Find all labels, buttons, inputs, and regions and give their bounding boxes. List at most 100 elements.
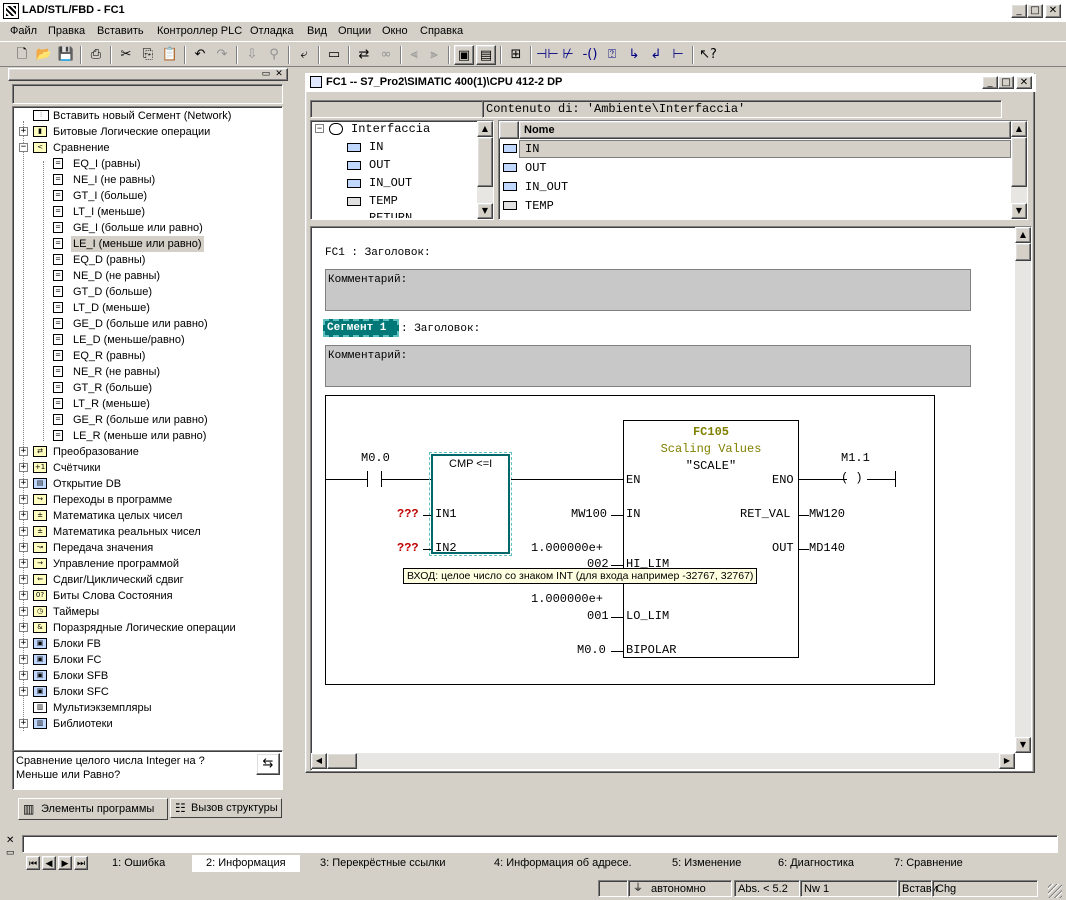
- expand-icon[interactable]: +: [19, 543, 28, 552]
- expand-icon[interactable]: +: [19, 575, 28, 584]
- collapse-icon[interactable]: −: [315, 124, 324, 133]
- coil-icon[interactable]: -(): [580, 45, 600, 65]
- list-item[interactable]: IN: [525, 142, 539, 156]
- code-hscrollbar[interactable]: ◀ ▶: [311, 753, 1015, 769]
- expand-icon[interactable]: +: [19, 495, 28, 504]
- scroll-thumb[interactable]: [327, 753, 357, 769]
- list-row-selected[interactable]: [519, 140, 1011, 158]
- next-tab-icon[interactable]: ▶: [58, 856, 72, 870]
- open-branch-icon[interactable]: ↳: [624, 45, 644, 65]
- menu-help[interactable]: Справка: [420, 25, 463, 37]
- fc-bipolar-operand[interactable]: M0.0: [577, 643, 606, 657]
- details-restore-icon[interactable]: ▭: [6, 847, 15, 858]
- expand-icon[interactable]: +: [19, 639, 28, 648]
- last-tab-icon[interactable]: ⏭: [74, 856, 88, 870]
- tab-crossref[interactable]: 3: Перекрёстные ссылки: [320, 855, 446, 872]
- close-button[interactable]: ✕: [1045, 4, 1061, 18]
- menu-insert[interactable]: Вставить: [97, 25, 144, 37]
- fc-in-operand[interactable]: MW100: [571, 507, 607, 521]
- expand-icon[interactable]: +: [19, 719, 28, 728]
- new-icon[interactable]: 🗋: [12, 45, 32, 65]
- scroll-left-icon[interactable]: ◀: [311, 753, 327, 769]
- expand-icon[interactable]: +: [19, 527, 28, 536]
- scroll-thumb[interactable]: [1011, 137, 1027, 187]
- menu-view[interactable]: Вид: [307, 25, 327, 37]
- menu-options[interactable]: Опции: [338, 25, 371, 37]
- resize-grip[interactable]: [1048, 884, 1062, 898]
- tab-info[interactable]: 2: Информация: [192, 855, 300, 872]
- expand-icon[interactable]: +: [19, 607, 28, 616]
- details-close-icon[interactable]: ✕: [6, 835, 14, 846]
- tab-call-structure[interactable]: ☷ Вызов структуры: [170, 798, 282, 818]
- segment-label-box[interactable]: Сегмент 1: [323, 319, 399, 337]
- prev-icon[interactable]: ⫷: [404, 45, 424, 65]
- fc-out-operand[interactable]: MD140: [809, 541, 845, 555]
- cut-icon[interactable]: ✂: [116, 45, 136, 65]
- save-icon[interactable]: 💾: [56, 45, 76, 65]
- editor-maximize-button[interactable]: □: [998, 76, 1014, 89]
- cmp-box[interactable]: CMP <=I IN1 IN2: [429, 452, 512, 556]
- undo-icon[interactable]: ↶: [190, 45, 210, 65]
- window-icon[interactable]: ▭: [324, 45, 344, 65]
- tab-modify[interactable]: 5: Изменение: [672, 855, 741, 872]
- first-tab-icon[interactable]: ⏮: [26, 856, 40, 870]
- interface-item[interactable]: TEMP: [369, 194, 398, 208]
- scroll-thumb[interactable]: [1015, 243, 1031, 261]
- menu-plc[interactable]: Контроллер PLC: [157, 25, 242, 37]
- insert-element-icon[interactable]: ⇆: [256, 753, 280, 775]
- block-comment-box[interactable]: Комментарий:: [325, 269, 971, 311]
- list-item[interactable]: OUT: [525, 161, 547, 175]
- tab-address-info[interactable]: 4: Информация об адресе.: [494, 855, 632, 872]
- segment-comment-box[interactable]: Комментарий:: [325, 345, 971, 387]
- scroll-up-icon[interactable]: ▲: [1015, 227, 1031, 243]
- list-item[interactable]: TEMP: [525, 199, 554, 213]
- list-item[interactable]: IN_OUT: [525, 180, 568, 194]
- glasses-icon[interactable]: ∞: [376, 45, 396, 65]
- expand-icon[interactable]: +: [19, 447, 28, 456]
- editor-close-button[interactable]: ✕: [1016, 76, 1032, 89]
- expand-icon[interactable]: +: [19, 687, 28, 696]
- minimize-button[interactable]: _: [1011, 4, 1027, 18]
- tab-errors[interactable]: 1: Ошибка: [112, 855, 165, 872]
- interface-item[interactable]: OUT: [369, 158, 391, 172]
- expand-icon[interactable]: +: [19, 623, 28, 632]
- expand-icon[interactable]: +: [19, 671, 28, 680]
- menu-file[interactable]: Файл: [10, 25, 37, 37]
- redo-icon[interactable]: ↷: [212, 45, 232, 65]
- connection-icon[interactable]: ⊢: [668, 45, 688, 65]
- close-branch-icon[interactable]: ↲: [646, 45, 666, 65]
- menu-edit[interactable]: Правка: [48, 25, 85, 37]
- expand-icon[interactable]: +: [19, 463, 28, 472]
- menu-window[interactable]: Окно: [382, 25, 408, 37]
- expand-icon[interactable]: +: [19, 479, 28, 488]
- close-icon[interactable]: ✕: [274, 69, 284, 79]
- copy-icon[interactable]: ⎘: [138, 45, 158, 65]
- tab-diagnostics[interactable]: 6: Диагностика: [778, 855, 854, 872]
- paste-icon[interactable]: 📋: [160, 45, 180, 65]
- scroll-up-icon[interactable]: ▲: [1011, 121, 1027, 137]
- menu-debug[interactable]: Отладка: [250, 25, 293, 37]
- fc-lolim-operand[interactable]: 1.000000e+: [531, 592, 603, 606]
- contact-address[interactable]: M0.0: [361, 451, 390, 465]
- fc-hilim-operand[interactable]: 1.000000e+: [531, 541, 603, 555]
- collapse-icon[interactable]: −: [19, 143, 28, 152]
- tab-program-elements[interactable]: ▥ Элементы программы: [18, 798, 168, 820]
- expand-icon[interactable]: +: [19, 559, 28, 568]
- expand-icon[interactable]: +: [19, 511, 28, 520]
- code-vscrollbar[interactable]: ▲ ▼: [1015, 227, 1031, 753]
- open-icon[interactable]: 📂: [34, 45, 54, 65]
- tab-compare[interactable]: 7: Сравнение: [894, 855, 963, 872]
- cmp-in1-operand[interactable]: ???: [397, 507, 419, 521]
- cmp-in2-operand[interactable]: ???: [397, 541, 419, 555]
- overview-icon[interactable]: ▣: [454, 45, 474, 65]
- fc105-box[interactable]: FC105 Scaling Values "SCALE" EN ENO IN R…: [623, 420, 799, 658]
- interface-item[interactable]: IN_OUT: [369, 176, 412, 190]
- coil[interactable]: ( ): [841, 471, 863, 485]
- interface-item[interactable]: RETURN: [369, 212, 412, 218]
- interface-list[interactable]: Nome IN OUT IN_OUT TEMP ▲ ▼: [498, 120, 1028, 220]
- elements-tree[interactable]: ⫶ Вставить новый Сегмент (Network) + ▮ Бито…: [12, 106, 283, 752]
- expand-icon[interactable]: +: [19, 127, 28, 136]
- scroll-up-icon[interactable]: ▲: [477, 121, 493, 137]
- code-area[interactable]: FC1 : Заголовок: Комментарий: Сегмент 1 …: [310, 226, 1032, 771]
- scroll-down-icon[interactable]: ▼: [1015, 737, 1031, 753]
